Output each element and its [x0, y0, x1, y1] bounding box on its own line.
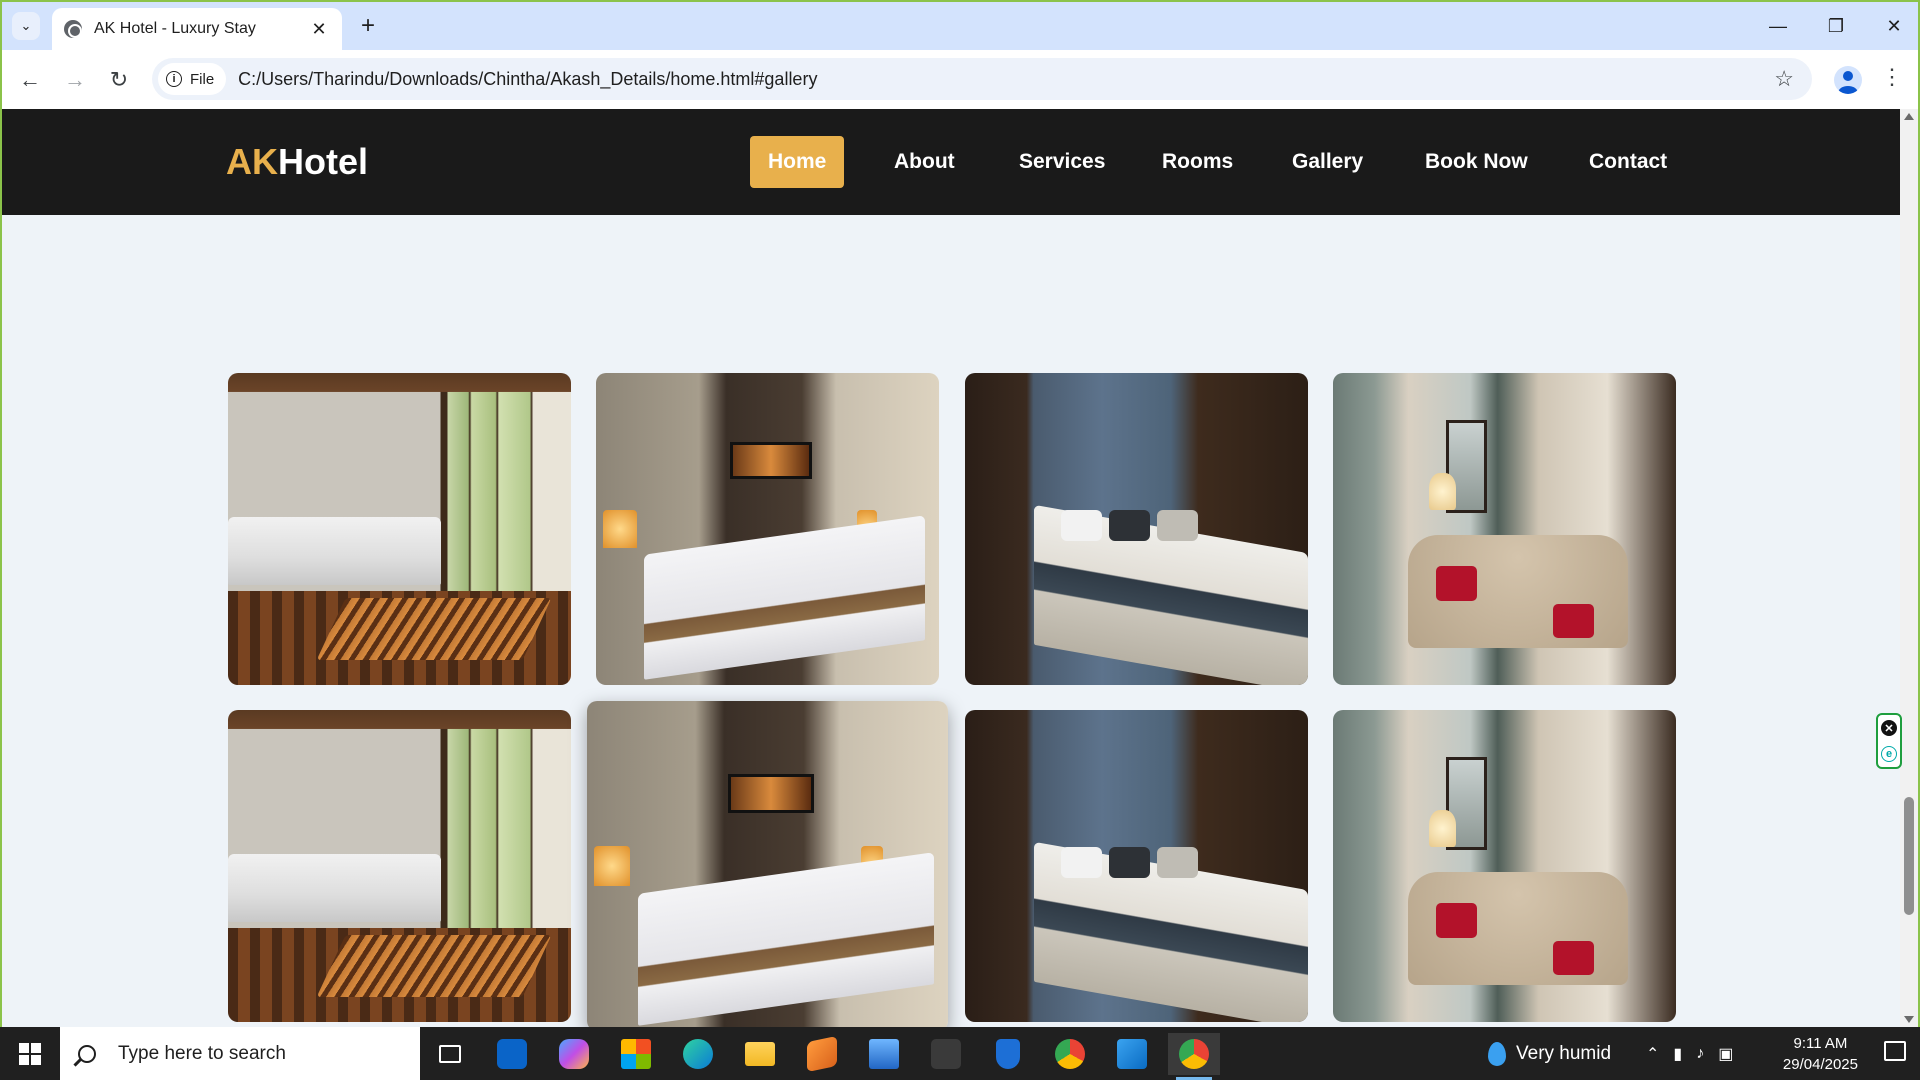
taskbar-search[interactable]: Type here to search [60, 1027, 420, 1080]
copilot-icon[interactable] [548, 1033, 600, 1075]
gallery-image[interactable] [965, 373, 1308, 685]
search-placeholder: Type here to search [118, 1042, 286, 1064]
nav-services[interactable]: Services [1001, 136, 1123, 188]
clock-date: 29/04/2025 [1782, 1056, 1858, 1073]
site-header: AKHotel Home About Services Rooms Galler… [2, 109, 1902, 215]
browser-window: ⌄ AK Hotel - Luxury Stay ✕ + — ❐ ✕ ← → ↻… [0, 0, 1920, 111]
url-text[interactable]: C:/Users/Tharindu/Downloads/Chintha/Akas… [238, 69, 1774, 90]
clock[interactable]: 9:11 AM 29/04/2025 [1783, 1033, 1858, 1075]
defender-icon[interactable] [982, 1033, 1034, 1075]
site-info-chip[interactable]: i File [158, 63, 227, 95]
volume-icon[interactable]: ♪ [1696, 1045, 1704, 1063]
restore-button[interactable]: ❐ [1814, 10, 1858, 42]
scroll-up-icon[interactable] [1904, 113, 1914, 120]
microsoft-store-icon[interactable] [610, 1033, 662, 1075]
remote-desktop-icon[interactable] [858, 1033, 910, 1075]
extension-widget[interactable]: ✕ e [1876, 713, 1902, 769]
tab-strip: ⌄ AK Hotel - Luxury Stay ✕ + — ❐ ✕ [2, 2, 1918, 50]
chevron-down-icon: ⌄ [20, 18, 32, 33]
tab-search-button[interactable]: ⌄ [12, 12, 40, 40]
chrome-icon[interactable] [1044, 1033, 1096, 1075]
chrome-active-icon[interactable] [1168, 1033, 1220, 1080]
nav-about[interactable]: About [876, 136, 973, 188]
weather-widget[interactable]: Very humid [1488, 1027, 1611, 1080]
window-close-button[interactable]: ✕ [1872, 10, 1916, 42]
nav-gallery[interactable]: Gallery [1274, 136, 1381, 188]
gallery-image-hovered[interactable] [587, 701, 948, 1027]
chevron-up-icon[interactable]: ⌃ [1646, 1044, 1659, 1064]
windows-logo-icon [19, 1042, 41, 1065]
info-icon: i [166, 71, 182, 87]
bookmark-star-icon[interactable]: ☆ [1774, 66, 1794, 92]
obs-icon[interactable] [920, 1033, 972, 1075]
gallery-image[interactable] [228, 373, 571, 685]
nav-contact[interactable]: Contact [1571, 136, 1685, 188]
site-logo[interactable]: AKHotel [226, 141, 368, 183]
vscode-icon[interactable] [1106, 1033, 1158, 1075]
site-info-label: File [190, 70, 215, 88]
minimize-button[interactable]: — [1756, 10, 1800, 42]
address-bar[interactable]: i File C:/Users/Tharindu/Downloads/Chint… [152, 58, 1812, 100]
battery-icon[interactable]: ▮ [1673, 1044, 1682, 1064]
reload-button[interactable]: ↻ [103, 64, 135, 96]
task-view-icon[interactable] [424, 1033, 476, 1075]
new-tab-button[interactable]: + [354, 12, 382, 40]
network-icon[interactable]: ▣ [1718, 1044, 1733, 1064]
humidity-drop-icon [1488, 1041, 1506, 1066]
outlook-icon[interactable] [486, 1033, 538, 1075]
sublime-text-icon[interactable] [796, 1033, 848, 1075]
nav-book-now[interactable]: Book Now [1407, 136, 1546, 188]
tab-title: AK Hotel - Luxury Stay [94, 20, 256, 37]
browser-menu-icon[interactable]: ⋮ [1880, 64, 1904, 90]
clock-time: 9:11 AM [1793, 1035, 1848, 1052]
scroll-down-icon[interactable] [1904, 1016, 1914, 1023]
weather-text: Very humid [1516, 1042, 1612, 1064]
nav-home[interactable]: Home [750, 136, 845, 188]
start-button[interactable] [0, 1027, 60, 1080]
globe-icon [64, 20, 82, 38]
gallery-image[interactable] [596, 373, 939, 685]
gallery-section [2, 215, 1902, 1027]
page-viewport: AKHotel Home About Services Rooms Galler… [0, 109, 1920, 1027]
search-icon [78, 1044, 96, 1063]
browser-toolbar: ← → ↻ i File C:/Users/Tharindu/Downloads… [2, 50, 1918, 111]
nav-rooms[interactable]: Rooms [1144, 136, 1251, 188]
file-explorer-icon[interactable] [734, 1033, 786, 1075]
forward-button[interactable]: → [59, 64, 91, 96]
close-icon[interactable]: ✕ [308, 19, 330, 40]
gallery-image[interactable] [1333, 373, 1676, 685]
gallery-image[interactable] [965, 710, 1308, 1022]
system-tray: ⌃ ▮ ♪ ▣ [1646, 1027, 1733, 1080]
profile-avatar[interactable] [1834, 66, 1862, 94]
page-scrollbar[interactable] [1900, 109, 1918, 1027]
extension-e-icon[interactable]: e [1881, 746, 1897, 762]
scrollbar-thumb[interactable] [1904, 797, 1914, 915]
back-button[interactable]: ← [14, 64, 46, 96]
edge-icon[interactable] [672, 1033, 724, 1075]
browser-tab[interactable]: AK Hotel - Luxury Stay ✕ [52, 8, 342, 50]
taskbar: Type here to search Very humid ⌃ ▮ ♪ ▣ 9… [0, 1027, 1920, 1080]
gallery-image[interactable] [1333, 710, 1676, 1022]
close-circle-icon[interactable]: ✕ [1881, 720, 1897, 736]
notification-icon[interactable] [1884, 1041, 1906, 1061]
gallery-image[interactable] [228, 710, 571, 1022]
